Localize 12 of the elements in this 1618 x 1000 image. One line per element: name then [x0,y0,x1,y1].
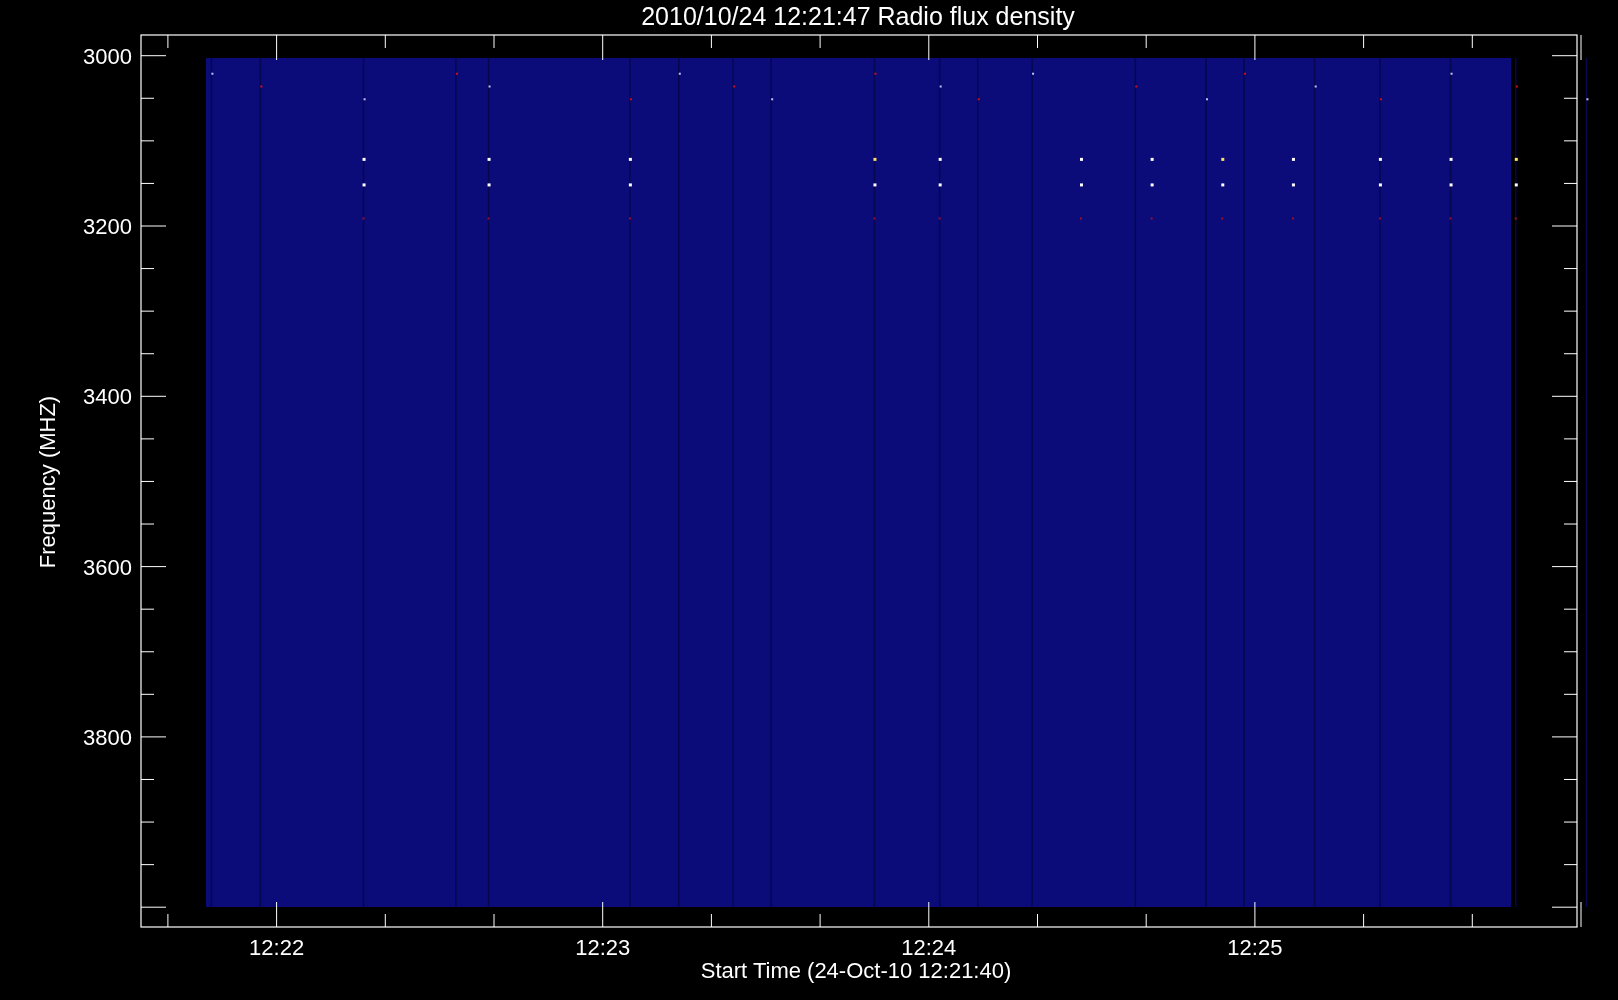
x-tick-label: 12:22 [249,935,305,960]
x-axis-label: Start Time (24-Oct-10 12:21:40) [700,958,1012,983]
y-tick-label: 3000 [83,43,132,69]
plot-title: 2010/10/24 12:21:47 Radio flux density [641,2,1075,30]
y-tick-label: 3800 [83,724,132,750]
x-tick-label: 12:25 [1227,935,1283,960]
y-tick-label: 3400 [83,384,132,410]
y-tick-label: 3600 [83,554,132,580]
y-tick-label: 3200 [83,214,132,239]
y-axis-label: Frequency (MHZ) [35,395,60,569]
x-tick-label: 12:24 [901,935,957,960]
x-tick-label: 12:23 [575,935,631,960]
